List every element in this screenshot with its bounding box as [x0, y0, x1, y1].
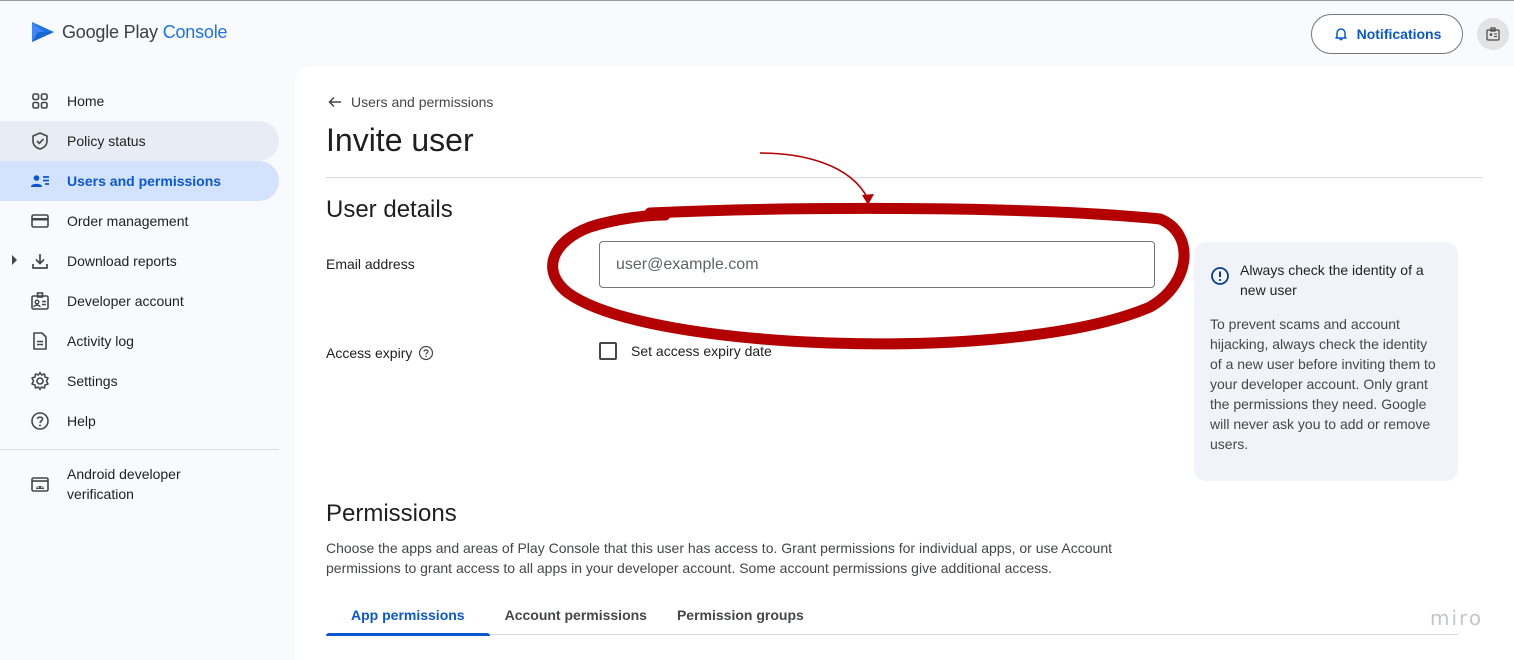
- sidebar-item-settings[interactable]: Settings: [0, 361, 279, 401]
- gear-icon: [29, 370, 51, 392]
- sidebar-item-label: Users and permissions: [67, 173, 222, 189]
- info-alert-icon: [1211, 267, 1229, 285]
- sidebar-item-label: Settings: [67, 373, 118, 389]
- badge-icon: [29, 290, 51, 312]
- tab-app-permissions[interactable]: App permissions: [326, 596, 490, 636]
- sidebar-item-order-management[interactable]: Order management: [0, 201, 279, 241]
- access-expiry-label: Access expiry: [326, 345, 434, 361]
- permissions-tabs: App permissions Account permissions Perm…: [326, 596, 1458, 636]
- access-expiry-label-text: Access expiry: [326, 345, 413, 361]
- download-icon: [29, 250, 51, 272]
- sidebar-item-label: Home: [67, 93, 105, 109]
- shield-icon: [29, 130, 51, 152]
- document-icon: [29, 330, 51, 352]
- sidebar: Home Policy status Users and permissions…: [0, 81, 280, 510]
- sidebar-item-label: Policy status: [67, 133, 146, 149]
- tab-account-permissions[interactable]: Account permissions: [490, 596, 662, 634]
- sidebar-item-label: Download reports: [67, 253, 177, 269]
- back-link-label: Users and permissions: [351, 94, 494, 110]
- sidebar-item-label: Android developer verification: [67, 466, 181, 502]
- sidebar-item-label: Activity log: [67, 333, 134, 349]
- logo-text: Google Play Console: [62, 21, 228, 43]
- grid-icon: [29, 90, 51, 112]
- sidebar-item-activity-log[interactable]: Activity log: [0, 321, 279, 361]
- set-expiry-checkbox[interactable]: [599, 342, 617, 360]
- main-content: Users and permissions Invite user User d…: [295, 66, 1514, 660]
- page-title: Invite user: [326, 122, 474, 158]
- sidebar-item-label: Help: [67, 413, 96, 429]
- miro-watermark: miro: [1430, 606, 1484, 630]
- sidebar-item-label: Developer account: [67, 293, 184, 309]
- permissions-title: Permissions: [326, 500, 457, 527]
- bell-icon: [1334, 28, 1347, 41]
- identity-info-card: Always check the identity of a new user …: [1194, 242, 1458, 481]
- users-icon: [29, 170, 51, 192]
- email-label: Email address: [326, 256, 415, 272]
- notifications-label: Notifications: [1356, 26, 1442, 42]
- help-icon[interactable]: [418, 345, 434, 361]
- sidebar-item-help[interactable]: Help: [0, 401, 279, 441]
- android-icon: [29, 473, 51, 495]
- permissions-description: Choose the apps and areas of Play Consol…: [326, 540, 1112, 576]
- sidebar-item-developer-account[interactable]: Developer account: [0, 281, 279, 321]
- notifications-button[interactable]: Notifications: [1311, 14, 1463, 54]
- expand-arrow-icon[interactable]: [11, 255, 19, 265]
- badge-icon: [1486, 27, 1500, 41]
- set-expiry-label: Set access expiry date: [631, 343, 772, 359]
- google-play-console-logo[interactable]: Google Play Console: [30, 19, 228, 45]
- sidebar-item-policy-status[interactable]: Policy status: [0, 121, 279, 161]
- sidebar-item-download-reports[interactable]: Download reports: [0, 241, 279, 281]
- email-field[interactable]: [599, 241, 1155, 288]
- info-card-title: Always check the identity of a new user: [1240, 262, 1424, 298]
- logo-console: Console: [162, 21, 228, 42]
- back-link[interactable]: Users and permissions: [327, 94, 493, 110]
- access-expiry-row: Set access expiry date: [599, 342, 772, 360]
- sidebar-item-android-developer-verification[interactable]: Android developer verification: [0, 458, 279, 510]
- sidebar-divider: [0, 449, 279, 450]
- user-details-title: User details: [326, 196, 453, 223]
- tab-permission-groups[interactable]: Permission groups: [662, 596, 819, 634]
- top-bar: Google Play Console Notifications: [0, 1, 1514, 65]
- play-logo-icon: [32, 22, 54, 42]
- sidebar-item-label: Order management: [67, 213, 189, 229]
- sidebar-item-home[interactable]: Home: [0, 81, 279, 121]
- arrow-back-icon: [328, 96, 341, 108]
- title-divider: [326, 177, 1483, 178]
- email-label-text: Email address: [326, 256, 415, 272]
- help-icon: [29, 410, 51, 432]
- sidebar-item-users-and-permissions[interactable]: Users and permissions: [0, 161, 279, 201]
- info-card-header: Always check the identity of a new user: [1210, 260, 1442, 300]
- developer-account-button[interactable]: [1477, 18, 1509, 50]
- card-icon: [29, 210, 51, 232]
- info-card-body: To prevent scams and account hijacking, …: [1210, 316, 1436, 452]
- logo-google-play: Google Play: [62, 21, 158, 42]
